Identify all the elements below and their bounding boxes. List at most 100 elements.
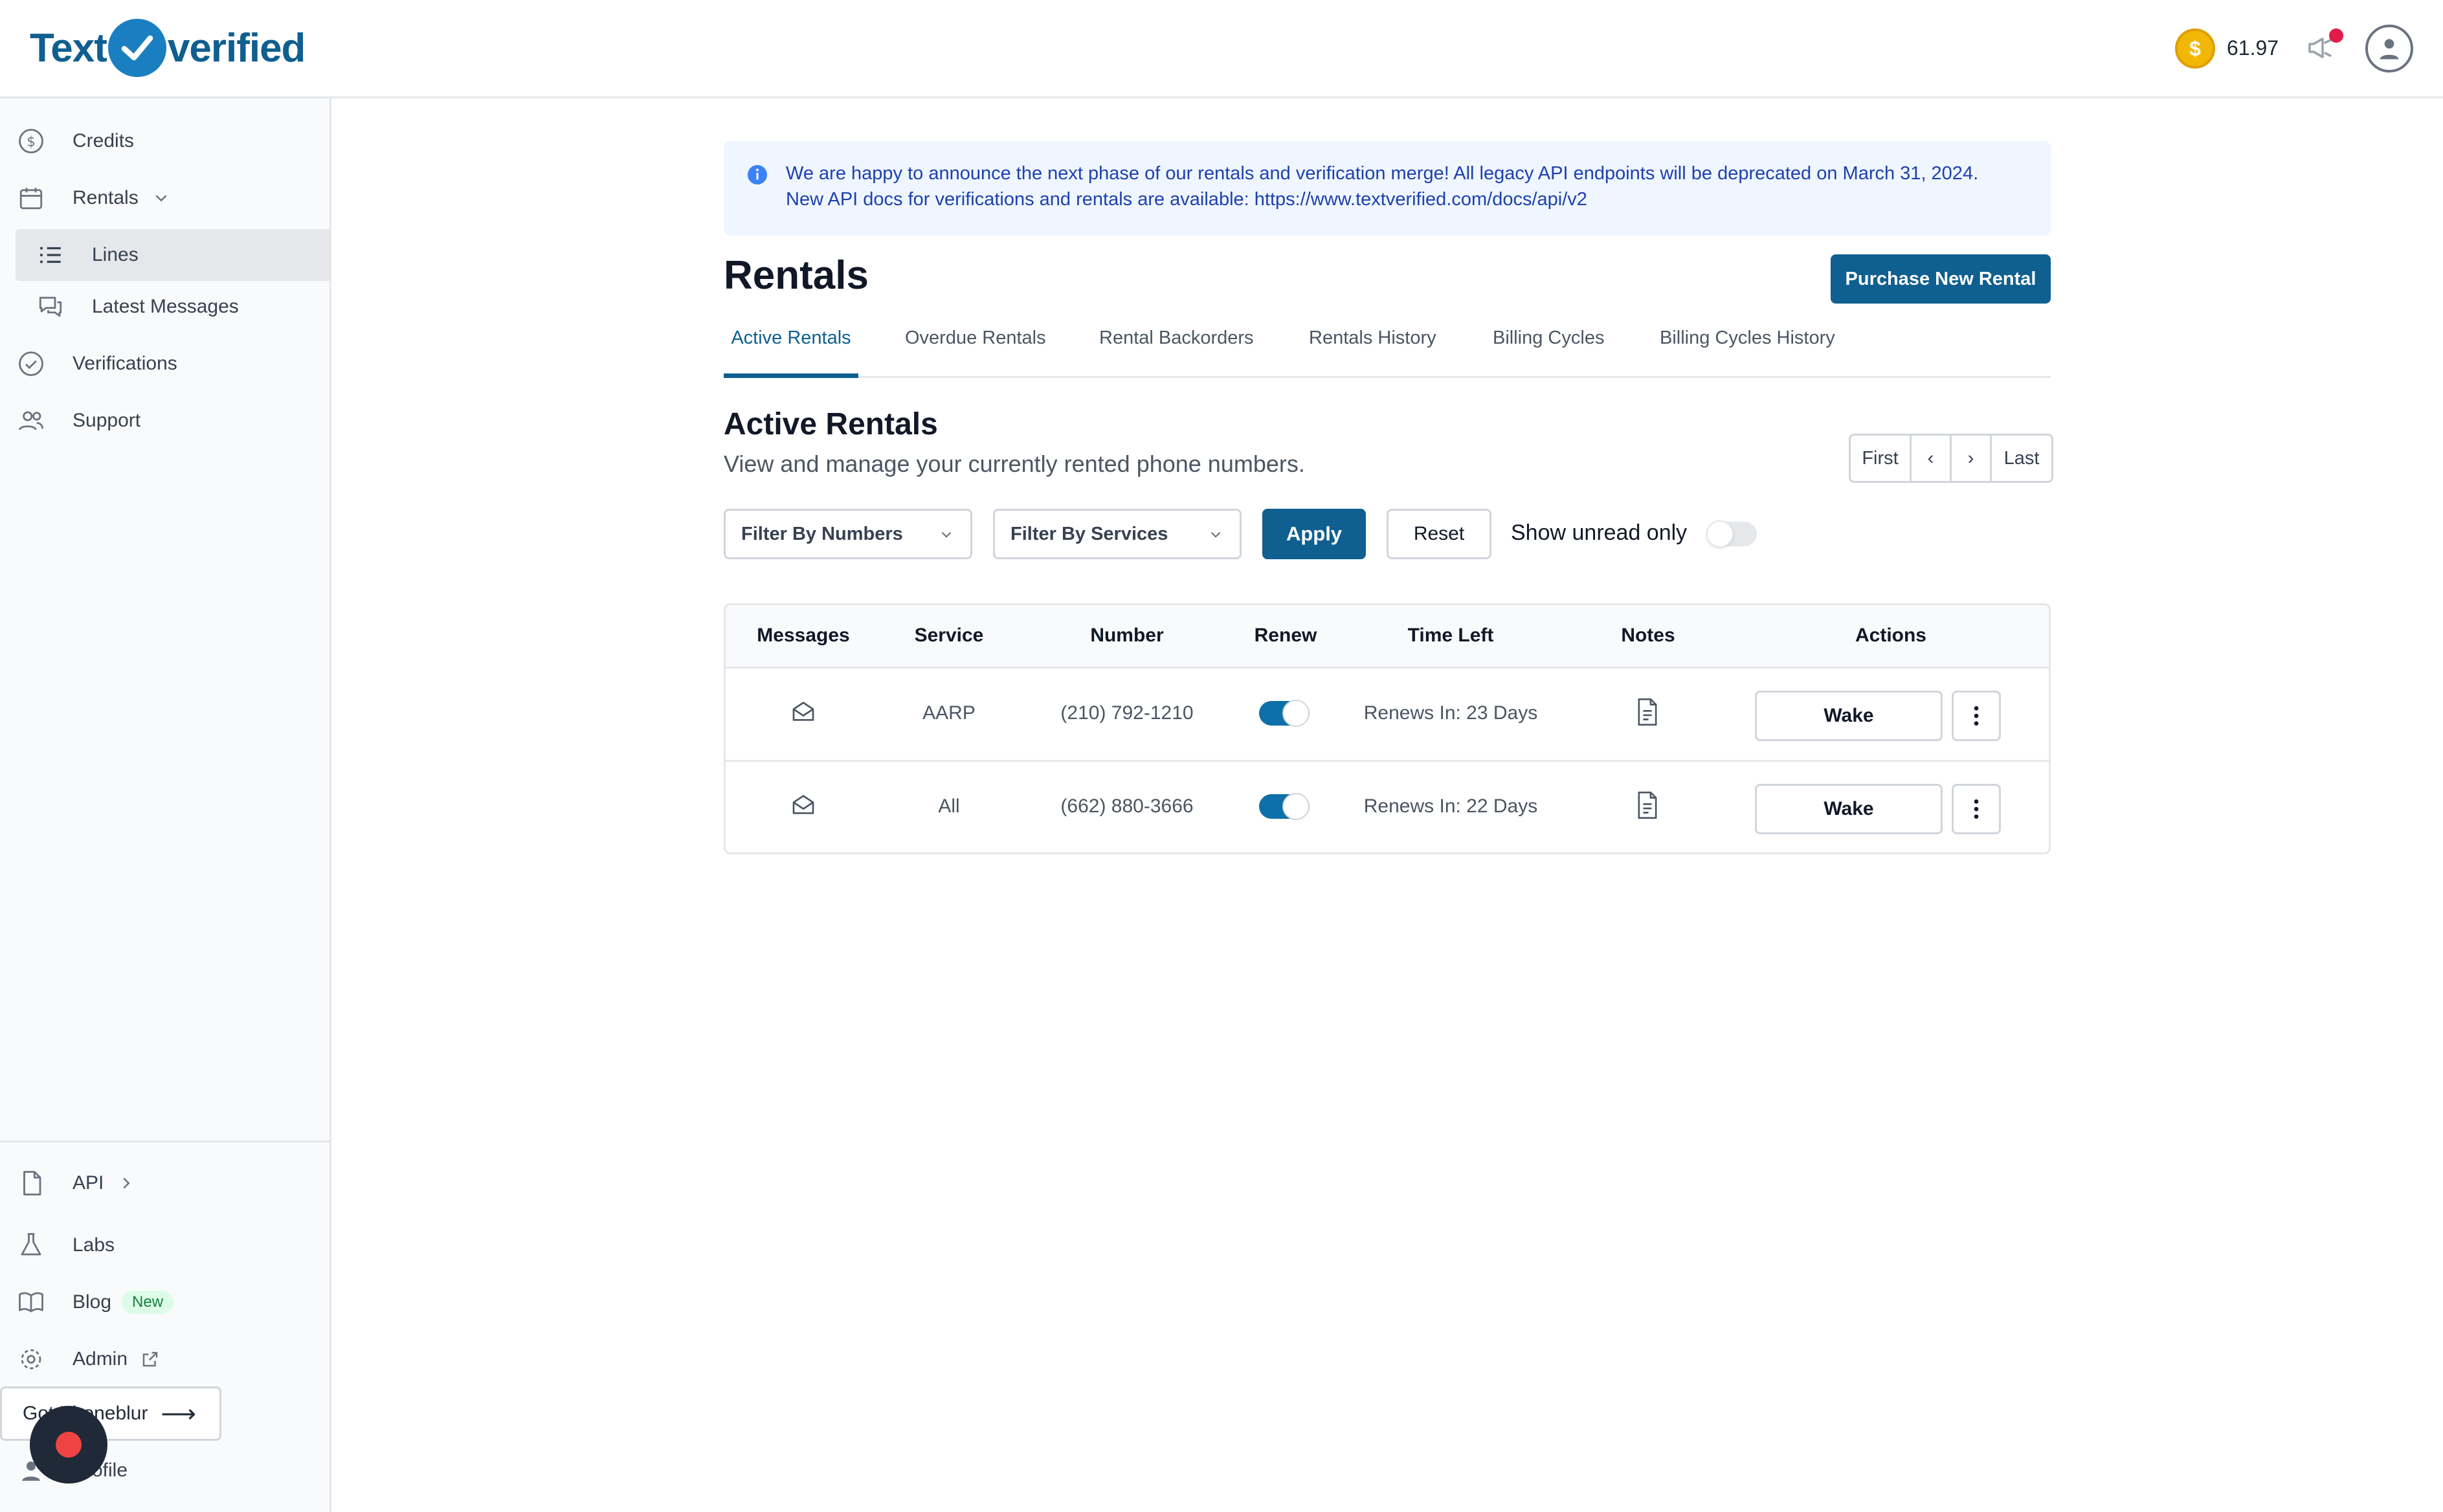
sidebar-divider xyxy=(0,1140,331,1142)
tab-active-rentals[interactable]: Active Rentals xyxy=(724,317,858,378)
toggle-knob xyxy=(1706,520,1734,548)
arrow-right-icon: ⟶ xyxy=(161,1400,196,1428)
column-header: Messages xyxy=(757,625,850,646)
sidebar-item-blog[interactable]: Blog New xyxy=(16,1276,331,1328)
last-page-button[interactable]: Last xyxy=(1992,436,2051,481)
toggle-knob xyxy=(1282,700,1310,727)
tab-overdue-rentals[interactable]: Overdue Rentals xyxy=(905,317,1046,378)
first-page-button[interactable]: First xyxy=(1851,436,1912,481)
list-icon xyxy=(35,239,66,271)
sidebar-item-rentals[interactable]: Rentals xyxy=(16,172,331,224)
recording-indicator[interactable] xyxy=(30,1406,107,1484)
sidebar-item-latest-messages[interactable]: Latest Messages xyxy=(16,281,331,333)
check-circle-icon xyxy=(16,348,47,379)
time-left-cell: Renews In: 22 Days xyxy=(1363,795,1538,817)
notes-document-icon[interactable] xyxy=(1634,697,1660,727)
number-cell: (210) 792-1210 xyxy=(1060,702,1194,724)
filter-by-services-select[interactable]: Filter By Services xyxy=(993,509,1242,559)
sidebar-item-verifications[interactable]: Verifications xyxy=(16,338,331,390)
chevron-right-icon xyxy=(117,1173,136,1193)
purchase-new-rental-button[interactable]: Purchase New Rental xyxy=(1831,254,2051,304)
sidebar-item-label: Rentals xyxy=(73,187,139,208)
sidebar-item-support[interactable]: Support xyxy=(16,395,331,447)
checkmark-icon xyxy=(107,19,166,77)
coin-icon: $ xyxy=(2175,28,2215,69)
sidebar-item-label: API xyxy=(73,1172,104,1194)
column-header: Service xyxy=(914,625,984,646)
filter-by-numbers-select[interactable]: Filter By Numbers xyxy=(724,509,972,559)
page-title: Rentals xyxy=(724,253,869,298)
sidebar: $ Credits Rentals Lines Latest Messages … xyxy=(0,98,331,1512)
sidebar-item-labs[interactable]: Labs xyxy=(16,1219,331,1271)
filter-numbers-label: Filter By Numbers xyxy=(741,523,903,544)
flask-icon xyxy=(16,1230,47,1261)
renew-toggle[interactable] xyxy=(1259,793,1310,820)
next-page-button[interactable]: › xyxy=(1952,436,1992,481)
number-cell: (662) 880-3666 xyxy=(1060,795,1194,817)
column-header: Actions xyxy=(1855,625,1926,646)
more-actions-icon[interactable] xyxy=(1952,784,2001,834)
sidebar-item-label: Lines xyxy=(92,244,139,265)
prev-page-button[interactable]: ‹ xyxy=(1912,436,1952,481)
envelope-open-icon[interactable] xyxy=(790,792,816,817)
section-subtitle: View and manage your currently rented ph… xyxy=(724,450,1305,477)
top-bar: Text verified $ 61.97 xyxy=(0,0,2443,98)
user-avatar-icon[interactable] xyxy=(2365,25,2413,72)
new-badge: New xyxy=(122,1291,174,1314)
time-left-cell: Renews In: 23 Days xyxy=(1363,702,1538,724)
record-dot-icon xyxy=(56,1432,82,1458)
sidebar-item-label: Verifications xyxy=(73,353,177,374)
chevron-down-icon xyxy=(1207,526,1224,543)
book-icon xyxy=(16,1287,47,1318)
rental-tabs: Active Rentals Overdue Rentals Rental Ba… xyxy=(724,317,2051,378)
external-link-icon xyxy=(140,1350,160,1369)
chat-bubbles-icon xyxy=(35,291,66,322)
service-cell: All xyxy=(938,795,960,817)
column-header: Number xyxy=(1090,625,1164,646)
notes-document-icon[interactable] xyxy=(1634,790,1660,820)
wake-button[interactable]: Wake xyxy=(1755,691,1943,741)
wake-button[interactable]: Wake xyxy=(1755,784,1943,834)
sidebar-item-label: Labs xyxy=(73,1234,115,1256)
table-row: All (662) 880-3666 Renews In: 22 Days Wa… xyxy=(726,762,2049,852)
apply-button[interactable]: Apply xyxy=(1262,509,1366,559)
filter-services-label: Filter By Services xyxy=(1010,523,1168,544)
textverified-logo[interactable]: Text verified xyxy=(30,17,306,79)
tab-rental-backorders[interactable]: Rental Backorders xyxy=(1099,317,1254,378)
column-header: Time Left xyxy=(1407,625,1494,646)
rentals-table: Messages Service Number Renew Time Left … xyxy=(724,603,2051,854)
logo-text-right: verified xyxy=(167,25,306,71)
dollar-circle-icon: $ xyxy=(16,126,47,157)
pagination: First ‹ › Last xyxy=(1849,434,2053,483)
info-icon xyxy=(746,163,769,186)
banner-line-1: We are happy to announce the next phase … xyxy=(786,163,1979,184)
sidebar-item-label: Admin xyxy=(73,1348,128,1370)
chevron-down-icon xyxy=(938,526,955,543)
envelope-open-icon[interactable] xyxy=(790,698,816,724)
users-icon xyxy=(16,405,47,436)
notification-dot xyxy=(2329,28,2343,43)
sidebar-item-label: Blog xyxy=(73,1291,112,1313)
service-cell: AARP xyxy=(922,702,976,724)
sidebar-item-admin[interactable]: Admin xyxy=(16,1333,331,1385)
sidebar-item-lines[interactable]: Lines xyxy=(16,229,331,281)
tab-billing-cycles[interactable]: Billing Cycles xyxy=(1493,317,1604,378)
chevron-down-icon xyxy=(151,188,171,208)
sidebar-item-credits[interactable]: $ Credits xyxy=(16,115,331,167)
gear-icon xyxy=(16,1344,47,1375)
section-title: Active Rentals xyxy=(724,407,938,441)
renew-toggle[interactable] xyxy=(1259,700,1310,727)
document-icon xyxy=(16,1168,47,1199)
sidebar-item-label: Credits xyxy=(73,130,135,151)
reset-button[interactable]: Reset xyxy=(1387,509,1491,559)
tab-rentals-history[interactable]: Rentals History xyxy=(1309,317,1436,378)
show-unread-label: Show unread only xyxy=(1511,520,1688,545)
sidebar-item-api[interactable]: API xyxy=(16,1157,331,1209)
tab-billing-cycles-history[interactable]: Billing Cycles History xyxy=(1660,317,1835,378)
banner-line-2[interactable]: New API docs for verifications and renta… xyxy=(786,186,2025,212)
credits-balance: 61.97 xyxy=(2227,36,2279,60)
show-unread-toggle[interactable] xyxy=(1706,520,1757,548)
more-actions-icon[interactable] xyxy=(1952,691,2001,741)
announcement-banner: We are happy to announce the next phase … xyxy=(724,141,2051,236)
table-header: Messages Service Number Renew Time Left … xyxy=(726,605,2049,669)
